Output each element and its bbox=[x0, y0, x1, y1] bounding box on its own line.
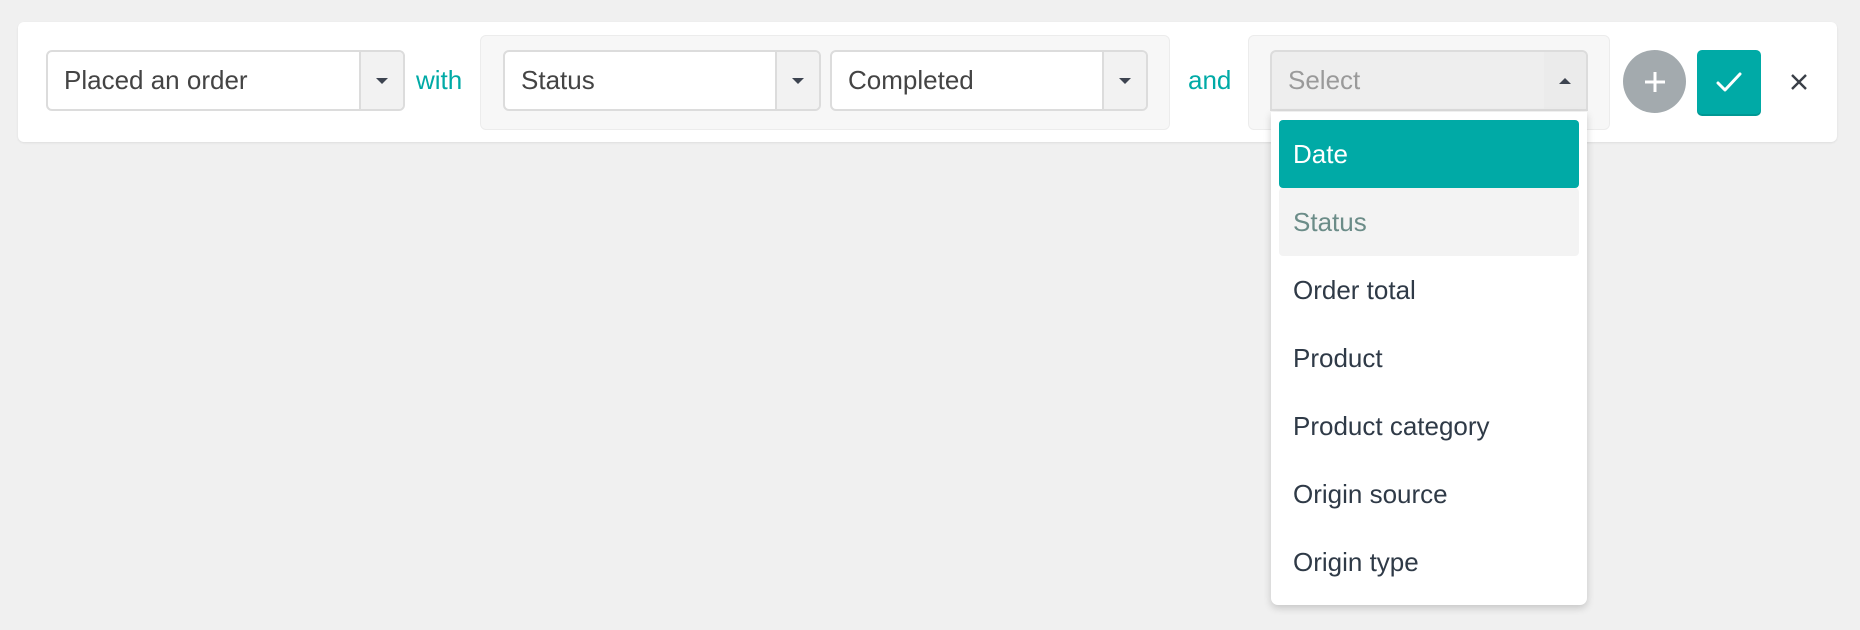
check-icon bbox=[1716, 72, 1742, 92]
dropdown-option-origin-type[interactable]: Origin type bbox=[1279, 528, 1579, 596]
event-select-toggle[interactable] bbox=[359, 52, 403, 109]
caret-up-icon bbox=[1559, 77, 1571, 84]
and-label: and bbox=[1188, 65, 1232, 95]
new-property-select-placeholder: Select bbox=[1288, 65, 1361, 95]
value-select[interactable]: Completed bbox=[830, 50, 1148, 111]
new-property-select-toggle[interactable] bbox=[1544, 52, 1586, 109]
caret-down-icon bbox=[792, 77, 804, 84]
add-condition-button[interactable] bbox=[1623, 50, 1686, 113]
confirm-button[interactable] bbox=[1697, 50, 1761, 114]
dropdown-option-date[interactable]: Date bbox=[1279, 120, 1579, 188]
dropdown-option-order-total[interactable]: Order total bbox=[1279, 256, 1579, 324]
property-select-toggle[interactable] bbox=[775, 52, 819, 109]
with-label: with bbox=[416, 65, 463, 95]
caret-down-icon bbox=[376, 77, 388, 84]
close-button[interactable] bbox=[1783, 64, 1815, 100]
new-property-select[interactable]: Select bbox=[1270, 50, 1588, 111]
value-select-value: Completed bbox=[848, 65, 974, 95]
caret-down-icon bbox=[1119, 77, 1131, 84]
event-select-value: Placed an order bbox=[64, 65, 248, 95]
plus-icon bbox=[1644, 71, 1665, 92]
dropdown-option-product[interactable]: Product bbox=[1279, 324, 1579, 392]
event-select[interactable]: Placed an order bbox=[46, 50, 405, 111]
property-select-value: Status bbox=[521, 65, 595, 95]
property-dropdown-menu: Date Status Order total Product Product … bbox=[1271, 112, 1587, 605]
property-select[interactable]: Status bbox=[503, 50, 821, 111]
value-select-toggle[interactable] bbox=[1102, 52, 1146, 109]
dropdown-option-product-category[interactable]: Product category bbox=[1279, 392, 1579, 460]
dropdown-option-status[interactable]: Status bbox=[1279, 188, 1579, 256]
dropdown-option-origin-source[interactable]: Origin source bbox=[1279, 460, 1579, 528]
close-icon bbox=[1791, 74, 1807, 90]
